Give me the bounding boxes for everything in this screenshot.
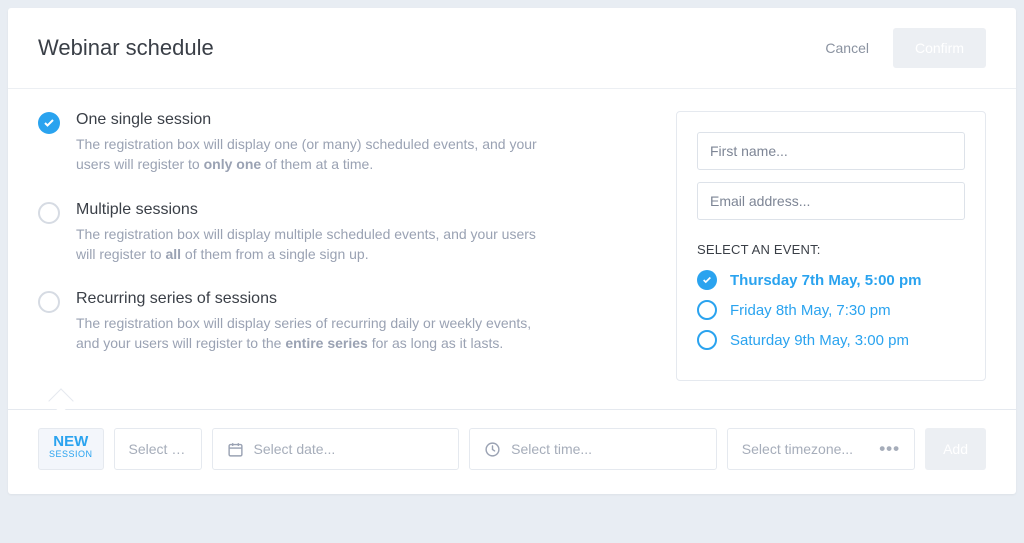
event-label: Friday 8th May, 7:30 pm <box>730 302 891 319</box>
radio-unchecked-icon <box>697 330 717 350</box>
option-title: Multiple sessions <box>76 201 556 219</box>
option-desc: The registration box will display multip… <box>76 224 556 265</box>
event-option[interactable]: Saturday 9th May, 3:00 pm <box>697 330 965 350</box>
check-icon <box>43 117 55 129</box>
schedule-options: One single session The registration box … <box>38 111 646 381</box>
select-time-field[interactable]: Select time... <box>469 428 717 470</box>
select-timezone-field[interactable]: Select timezone... ••• <box>727 428 915 470</box>
first-name-input[interactable] <box>697 132 965 170</box>
placeholder-text: Select it... <box>129 441 187 457</box>
option-title: Recurring series of sessions <box>76 290 556 308</box>
ellipsis-icon: ••• <box>879 439 900 459</box>
option-desc: The registration box will display one (o… <box>76 134 556 175</box>
new-session-button[interactable]: NEW SESSION <box>38 428 104 470</box>
new-session-bar: NEW SESSION Select it... Select date... … <box>8 409 1016 494</box>
option-recurring-series[interactable]: Recurring series of sessions The registr… <box>38 290 646 354</box>
event-label: Thursday 7th May, 5:00 pm <box>730 272 921 289</box>
placeholder-text: Select time... <box>511 441 592 457</box>
option-title: One single session <box>76 111 556 129</box>
event-option[interactable]: Friday 8th May, 7:30 pm <box>697 300 965 320</box>
email-input[interactable] <box>697 182 965 220</box>
header-actions: Cancel Confirm <box>815 28 986 68</box>
radio-checked-icon[interactable] <box>38 112 60 134</box>
select-event-label: SELECT AN EVENT: <box>697 242 965 257</box>
confirm-button[interactable]: Confirm <box>893 28 986 68</box>
select-item-dropdown[interactable]: Select it... <box>114 428 202 470</box>
radio-unchecked-icon[interactable] <box>38 202 60 224</box>
event-label: Saturday 9th May, 3:00 pm <box>730 332 909 349</box>
clock-icon <box>484 441 501 458</box>
calendar-icon <box>227 441 244 458</box>
radio-unchecked-icon[interactable] <box>38 291 60 313</box>
new-session-small: SESSION <box>49 450 93 459</box>
option-multiple-sessions[interactable]: Multiple sessions The registration box w… <box>38 201 646 265</box>
add-button[interactable]: Add <box>925 428 986 470</box>
cancel-button[interactable]: Cancel <box>815 30 879 66</box>
registration-preview: SELECT AN EVENT: Thursday 7th May, 5:00 … <box>676 111 986 381</box>
page-title: Webinar schedule <box>38 35 214 61</box>
option-single-session[interactable]: One single session The registration box … <box>38 111 646 175</box>
check-icon <box>702 275 712 285</box>
radio-checked-icon <box>697 270 717 290</box>
placeholder-text: Select timezone... <box>742 441 853 457</box>
select-date-field[interactable]: Select date... <box>212 428 460 470</box>
radio-unchecked-icon <box>697 300 717 320</box>
placeholder-text: Select date... <box>254 441 336 457</box>
new-session-big: NEW <box>49 434 93 450</box>
event-option[interactable]: Thursday 7th May, 5:00 pm <box>697 270 965 290</box>
option-desc: The registration box will display series… <box>76 313 556 354</box>
